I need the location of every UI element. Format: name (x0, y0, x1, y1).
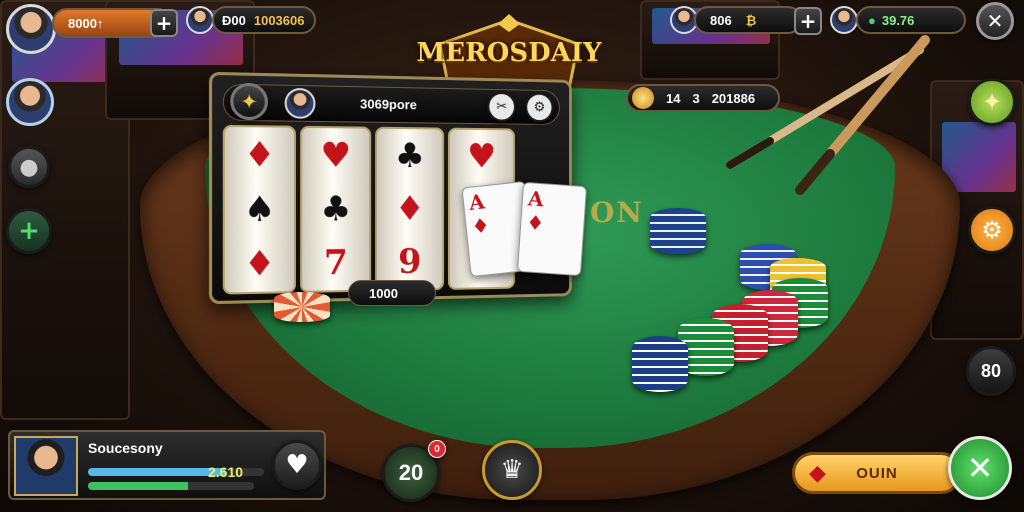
emote-button[interactable]: ♥ (272, 440, 322, 490)
opponent-avatar-far-right[interactable] (830, 6, 858, 34)
add-chips-button[interactable]: + (794, 7, 822, 35)
player-progress-bar-green (88, 482, 254, 490)
opponent-avatar-small[interactable] (186, 6, 214, 34)
add-coins-button[interactable]: + (150, 9, 178, 37)
slot-player-avatar (284, 87, 316, 119)
add-button[interactable]: + (6, 208, 52, 254)
opponent-stat-right: 1003606 (253, 12, 305, 28)
close-button[interactable]: ✕ (976, 2, 1014, 40)
pot-right-value: 201886 (711, 90, 756, 106)
pot-left-value: 14 (666, 90, 681, 106)
slot-settings-button[interactable]: ⚙ (525, 92, 554, 123)
opponent-stat-left: Đ00 (222, 12, 246, 28)
timer-count: 20 (398, 460, 424, 485)
coin-balance-value: 8000↑ (68, 15, 104, 31)
reel-symbol-diamond: ♦ (243, 134, 276, 176)
felt-lettering: ON (590, 196, 644, 229)
player-portrait (14, 436, 78, 496)
reel-symbol-diamond-3: ♦ (394, 188, 425, 230)
reel-symbol-heart-2: ♥ (467, 136, 497, 176)
chat-bubble-icon: ● (19, 154, 39, 180)
slot-tool-button[interactable]: ✂ (487, 91, 516, 122)
action-label: OUIN (856, 464, 898, 482)
round-counter-label: 80 (980, 360, 1002, 381)
gift-button[interactable]: ♛ (482, 440, 542, 500)
slot-title: 3069pore (360, 96, 417, 113)
reel-symbol-club-2: ♣ (394, 135, 425, 176)
bet-amount-pill: 1000 (348, 280, 436, 306)
confirm-x-icon: ✕ (966, 449, 994, 487)
tool-icon: ✂ (496, 98, 508, 115)
chip-stack-blue-top (650, 208, 706, 254)
rewards-button[interactable]: ✦ (968, 78, 1016, 126)
reel-symbol-spade: ♠ (243, 189, 276, 231)
player-avatar-top-left[interactable] (6, 4, 56, 54)
reel-symbol-club: ♣ (320, 188, 352, 230)
slot-bonus-button[interactable]: ✦ (230, 82, 268, 121)
bet-chip (274, 292, 330, 322)
gift-icon: ♛ (500, 455, 524, 485)
player-stack-value: 2.610 (208, 464, 244, 480)
close-icon: ✕ (986, 9, 1004, 33)
reel-symbol-nine: 9 (398, 242, 422, 283)
round-counter-button[interactable]: 80 (966, 346, 1016, 396)
pot-display: 14 3 201886 (626, 84, 780, 112)
slot-gear-icon: ⚙ (533, 99, 546, 116)
heart-icon: ♥ (285, 450, 309, 480)
confirm-button[interactable]: ✕ (948, 436, 1012, 500)
notification-count: 0 (434, 443, 440, 455)
chip-stack-blue-front (632, 336, 688, 392)
seated-player-avatar[interactable] (6, 78, 54, 126)
bet-amount-value: 1000 (369, 285, 398, 301)
playing-card-2: A ♦ (516, 181, 588, 277)
progress-fill-green (88, 482, 188, 490)
player-name: Soucesony (88, 440, 163, 456)
star-icon: ✦ (240, 88, 258, 114)
gear-icon: ⚙ (981, 216, 1003, 244)
action-diamond-icon: ◆ (809, 460, 827, 486)
slot-reel-2: ♥ ♣ 7 (300, 125, 372, 294)
currency-icon: ₿ (745, 12, 757, 28)
gem-balance-value: 39.76 (881, 12, 915, 28)
player-info-panel: Soucesony 2.610 ♥ (8, 430, 326, 500)
opponent-stats-pill: Đ00 1003606 (212, 6, 316, 34)
gem-icon: ● (868, 12, 876, 28)
plus-icon: + (18, 216, 40, 246)
notification-badge: 0 (428, 440, 446, 458)
slot-reel-3: ♣ ♦ 9 (375, 126, 445, 292)
pot-mid-value: 3 (692, 90, 700, 106)
opponent-chips-pill: 806 ₿ (694, 6, 802, 34)
gem-balance-pill: ● 39.76 (856, 6, 966, 34)
leaf-badge-icon: ✦ (981, 88, 1003, 116)
progress-fill-blue (88, 468, 226, 476)
slot-reel-1: ♦ ♠ ♦ (222, 124, 296, 295)
reel-symbol-diamond-2: ♦ (243, 243, 276, 286)
opponent-chips-value: 806 (710, 12, 732, 28)
reel-symbol-heart: ♥ (320, 134, 352, 176)
settings-button[interactable]: ⚙ (968, 206, 1016, 254)
chat-button[interactable]: ● (8, 146, 50, 188)
primary-action-button[interactable]: ◆ OUIN (792, 452, 962, 494)
cue-sticks (726, 35, 930, 195)
reel-symbol-seven: 7 (323, 242, 348, 284)
logo-text: MEROSDAIY (416, 38, 602, 68)
coin-icon (632, 87, 654, 109)
slot-header: ✦ 3069pore ✂ ⚙ (222, 82, 560, 126)
